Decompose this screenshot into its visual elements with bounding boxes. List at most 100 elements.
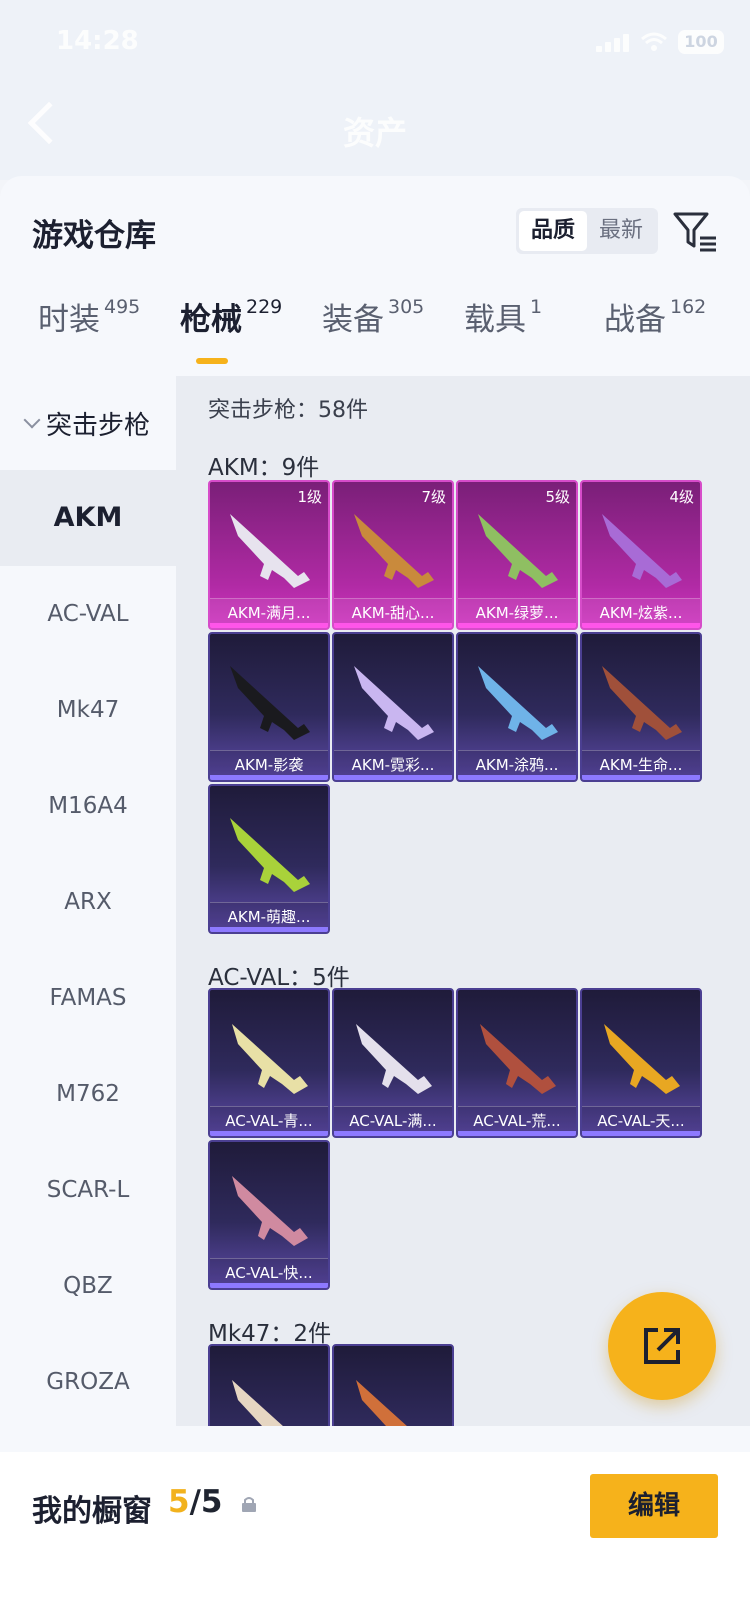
weapon-card[interactable]: AKM-生命... bbox=[580, 632, 702, 782]
tab-label: 时装 bbox=[38, 302, 100, 338]
weapon-content: 突击步枪：58件 AKM：9件 1级 AKM-满月... 7级 AKM-甜心..… bbox=[176, 376, 750, 1426]
sort-option-newest[interactable]: 最新 bbox=[587, 211, 655, 251]
showcase-count: 5/5 bbox=[168, 1484, 222, 1520]
rarity-bar bbox=[334, 775, 452, 780]
rarity-bar bbox=[210, 1283, 328, 1288]
tab-label: 装备 bbox=[322, 302, 384, 338]
sidebar-item-mk47[interactable]: Mk47 bbox=[0, 662, 176, 758]
rarity-bar bbox=[334, 1131, 452, 1136]
rarity-bar bbox=[334, 623, 452, 628]
rifle-icon bbox=[478, 514, 558, 588]
sidebar-category-label: 突击步枪 bbox=[45, 410, 150, 441]
weapon-card[interactable]: AC-VAL-青... bbox=[208, 988, 330, 1138]
group-title-ac-val: AC-VAL：5件 bbox=[208, 965, 350, 991]
category-count-title: 突击步枪：58件 bbox=[208, 398, 368, 423]
rifle-icon bbox=[230, 818, 310, 892]
sort-option-quality[interactable]: 品质 bbox=[519, 211, 587, 251]
level-badge: 4级 bbox=[669, 488, 694, 506]
share-button[interactable] bbox=[608, 1292, 716, 1400]
weapon-card[interactable] bbox=[208, 1344, 330, 1426]
tab-firearms[interactable]: 枪械 229 bbox=[180, 294, 282, 339]
status-icons: 100 bbox=[596, 30, 724, 54]
rifle-icon bbox=[230, 514, 310, 588]
category-tabs: 时装 495 枪械 229 装备 305 载具 1 战备 162 bbox=[0, 294, 750, 366]
sidebar-item-akm[interactable]: AKM bbox=[0, 470, 176, 566]
tab-label: 战备 bbox=[604, 302, 666, 338]
rarity-bar bbox=[210, 927, 328, 932]
tab-label: 枪械 bbox=[180, 302, 242, 338]
showcase-bar: 我的橱窗 5/5 编辑 bbox=[0, 1452, 750, 1624]
sidebar-category[interactable]: 突击步枪 bbox=[0, 376, 176, 470]
rarity-bar bbox=[582, 623, 700, 628]
signal-icon bbox=[596, 32, 630, 52]
rifle-icon bbox=[230, 666, 310, 740]
weapon-card[interactable]: AC-VAL-荒... bbox=[456, 988, 578, 1138]
active-tab-indicator bbox=[196, 358, 228, 364]
rarity-bar bbox=[210, 775, 328, 780]
group-title-akm: AKM：9件 bbox=[208, 455, 320, 481]
rifle-icon bbox=[604, 1024, 680, 1094]
rifle-icon bbox=[478, 666, 558, 740]
share-icon bbox=[644, 1328, 680, 1364]
filter-icon[interactable] bbox=[672, 210, 718, 252]
sidebar-item-m762[interactable]: M762 bbox=[0, 1046, 176, 1142]
weapon-card[interactable]: AKM-涂鸦... bbox=[456, 632, 578, 782]
rarity-bar bbox=[210, 623, 328, 628]
weapon-sidebar: 突击步枪 AKM AC-VAL Mk47 M16A4 ARX FAMAS M76… bbox=[0, 376, 176, 1426]
weapon-card[interactable]: AKM-影袭 bbox=[208, 632, 330, 782]
tab-count: 162 bbox=[670, 296, 707, 318]
panel-title: 游戏仓库 bbox=[32, 218, 156, 254]
tab-count: 229 bbox=[246, 296, 283, 318]
tab-equipment[interactable]: 装备 305 bbox=[322, 294, 424, 339]
weapon-card[interactable]: 4级 AKM-炫紫... bbox=[580, 480, 702, 630]
rarity-bar bbox=[458, 1131, 576, 1136]
battery-icon: 100 bbox=[678, 30, 724, 54]
lock-icon bbox=[242, 1497, 256, 1512]
top-bar: 14:28 100 资产 bbox=[0, 0, 750, 180]
rifle-icon bbox=[232, 1176, 308, 1246]
weapon-card[interactable]: AC-VAL-满... bbox=[332, 988, 454, 1138]
weapon-card[interactable]: AC-VAL-天... bbox=[580, 988, 702, 1138]
sidebar-item-qbz[interactable]: QBZ bbox=[0, 1238, 176, 1334]
tab-supplies[interactable]: 战备 162 bbox=[604, 294, 706, 339]
chevron-down-icon bbox=[23, 411, 41, 429]
rarity-bar bbox=[458, 623, 576, 628]
level-badge: 1级 bbox=[297, 488, 322, 506]
tab-count: 305 bbox=[388, 296, 425, 318]
level-badge: 5级 bbox=[545, 488, 570, 506]
wifi-icon bbox=[641, 32, 667, 51]
showcase-title: 我的橱窗 bbox=[32, 1494, 152, 1529]
sidebar-item-famas[interactable]: FAMAS bbox=[0, 950, 176, 1046]
rarity-bar bbox=[582, 775, 700, 780]
rifle-icon bbox=[602, 666, 682, 740]
group-title-mk47: Mk47：2件 bbox=[208, 1321, 332, 1347]
showcase-current: 5 bbox=[168, 1484, 190, 1520]
weapon-card[interactable]: 1级 AKM-满月... bbox=[208, 480, 330, 630]
sidebar-item-ac-val[interactable]: AC-VAL bbox=[0, 566, 176, 662]
weapon-card[interactable]: 7级 AKM-甜心... bbox=[332, 480, 454, 630]
weapon-card[interactable]: AC-VAL-快... bbox=[208, 1140, 330, 1290]
tab-vehicles[interactable]: 载具 1 bbox=[464, 294, 542, 339]
tab-label: 载具 bbox=[464, 302, 526, 338]
rarity-bar bbox=[582, 1131, 700, 1136]
sidebar-item-scar-l[interactable]: SCAR-L bbox=[0, 1142, 176, 1238]
nav-title: 资产 bbox=[342, 114, 407, 152]
tab-fashion[interactable]: 时装 495 bbox=[38, 294, 140, 339]
rarity-bar bbox=[458, 775, 576, 780]
rifle-icon bbox=[354, 514, 434, 588]
sidebar-item-m16a4[interactable]: M16A4 bbox=[0, 758, 176, 854]
sidebar-item-groza[interactable]: GROZA bbox=[0, 1334, 176, 1430]
weapon-card[interactable]: AKM-霓彩... bbox=[332, 632, 454, 782]
level-badge: 7级 bbox=[421, 488, 446, 506]
rifle-icon bbox=[480, 1024, 556, 1094]
tab-count: 495 bbox=[104, 296, 141, 318]
rifle-icon bbox=[602, 514, 682, 588]
weapon-card[interactable]: 5级 AKM-绿萝... bbox=[456, 480, 578, 630]
warehouse-panel: 游戏仓库 品质 最新 时装 495 枪械 229 装备 305 载具 1 战备 … bbox=[0, 176, 750, 1624]
rifle-icon bbox=[232, 1024, 308, 1094]
rifle-icon bbox=[232, 1380, 283, 1426]
sidebar-item-arx[interactable]: ARX bbox=[0, 854, 176, 950]
weapon-card[interactable]: AKM-萌趣... bbox=[208, 784, 330, 934]
edit-button[interactable]: 编辑 bbox=[590, 1474, 718, 1538]
weapon-card[interactable] bbox=[332, 1344, 454, 1426]
